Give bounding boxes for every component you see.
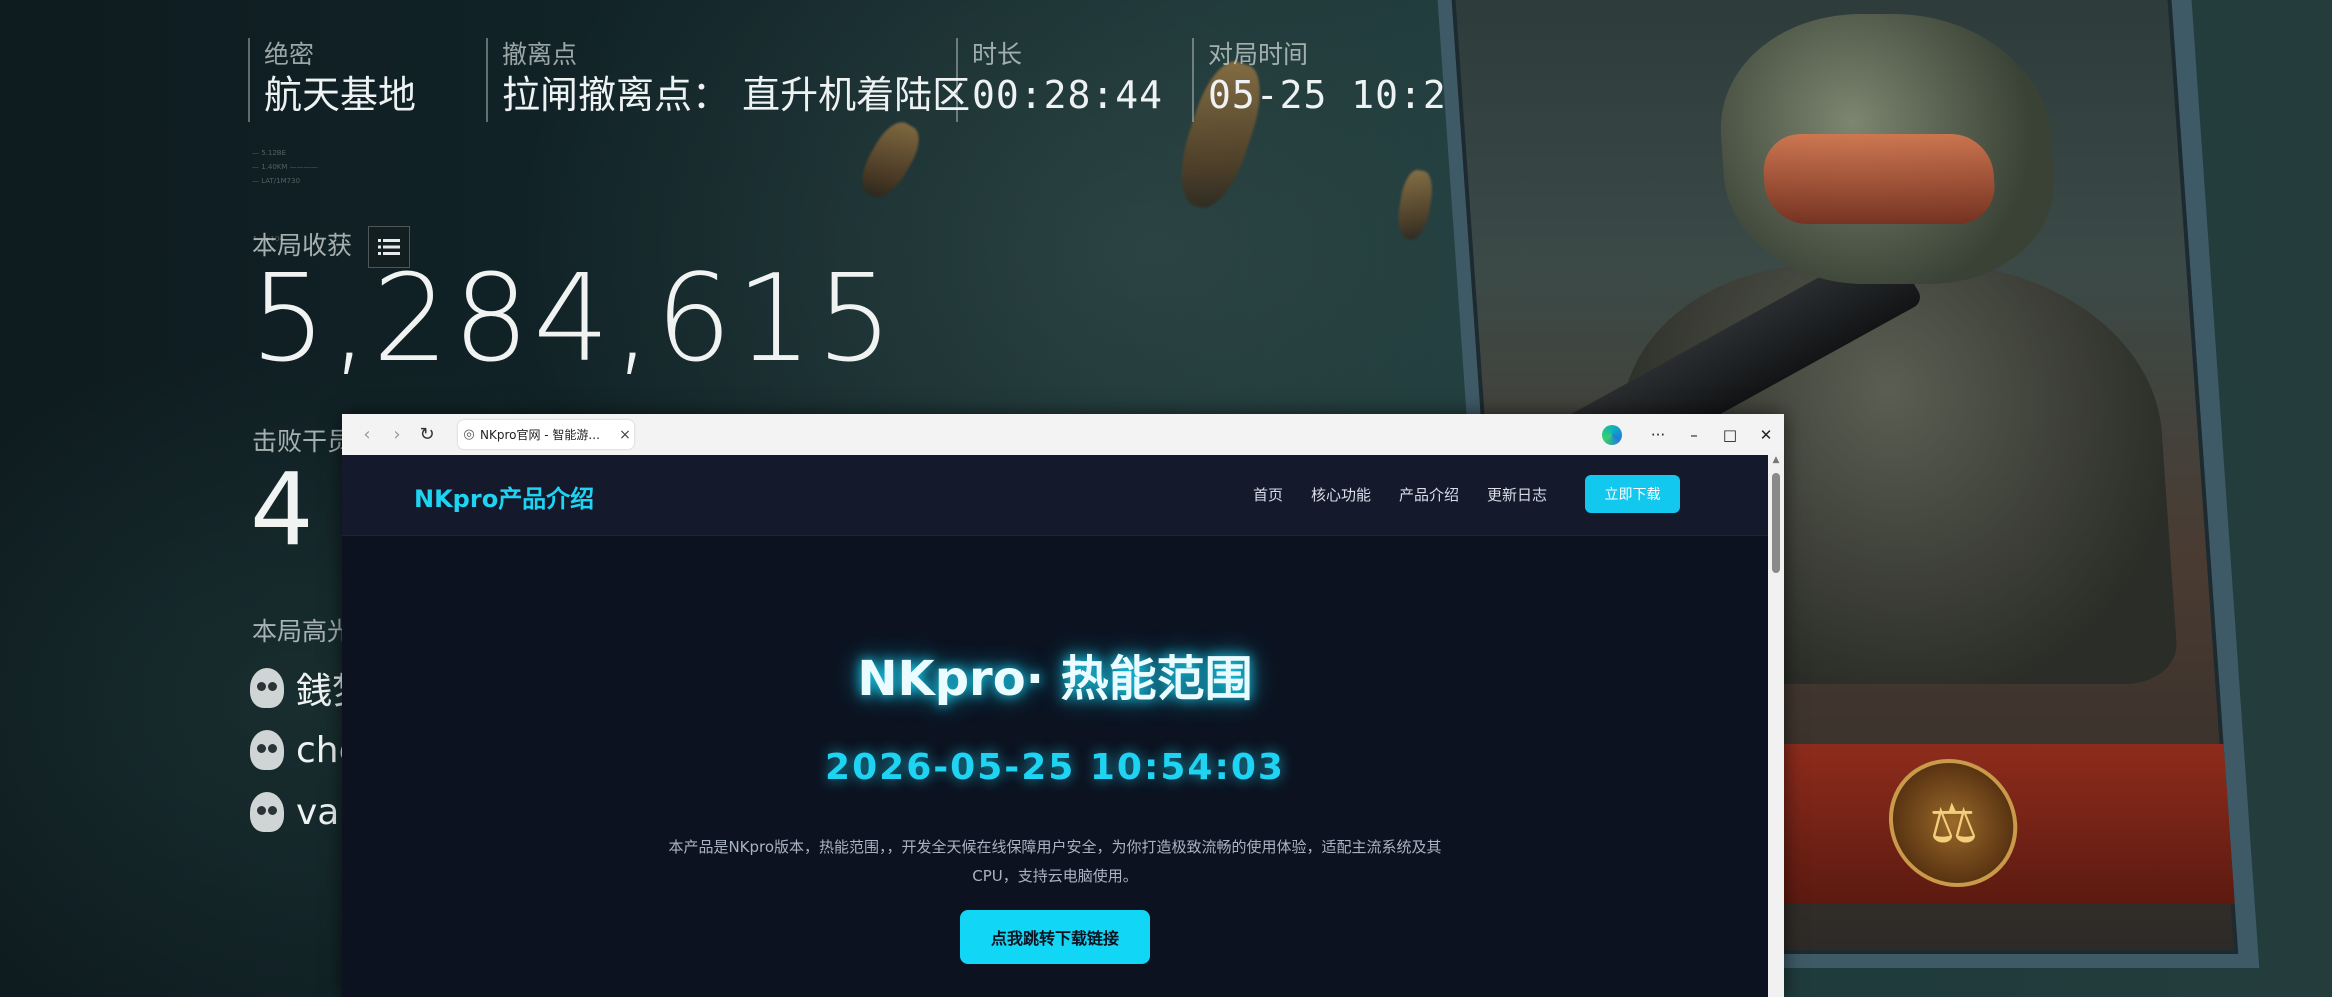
edge-icon[interactable] [1602, 424, 1622, 445]
globe-icon: ◎ [463, 427, 475, 442]
match-time-label: 对局时间 [1208, 40, 1309, 69]
close-button[interactable]: ✕ [1748, 414, 1784, 455]
map-value: 航天基地 [264, 73, 417, 117]
scroll-up-icon[interactable]: ▲ [1768, 455, 1784, 469]
harvest-value: 5,284,615 [250, 250, 897, 389]
site-nav-links: 首页 核心功能 产品介绍 更新日志 立即下载 [1225, 475, 1680, 513]
page-scrollbar[interactable]: ▲ [1768, 455, 1784, 997]
site-brand[interactable]: NKpro产品介绍 [414, 479, 594, 514]
readout-line: — LAT/1M730 [252, 177, 301, 185]
highlight-label: 本局高光 [252, 617, 353, 646]
map-stat: 绝密 航天基地 [248, 38, 416, 122]
window-controls: ··· – □ ✕ [1602, 414, 1784, 455]
jump-download-button[interactable]: 点我跳转下载链接 [960, 910, 1150, 964]
site-header: NKpro产品介绍 首页 核心功能 产品介绍 更新日志 立即下载 [342, 455, 1768, 536]
kills-value: 4 [250, 451, 314, 568]
duration-stat: 时长 00:28:44 [956, 38, 1163, 122]
map-label: 绝密 [264, 40, 315, 69]
skull-icon [250, 730, 284, 770]
reload-button[interactable]: ↻ [412, 414, 442, 455]
skull-icon [250, 792, 284, 832]
operator-goggles [1760, 134, 1998, 224]
scroll-thumb[interactable] [1772, 473, 1780, 573]
hero-title: NKpro· 热能范围 [857, 651, 1253, 707]
browser-window: ‹ › ↻ ◎ NKpro官网 - 智能游... × ··· – □ ✕ NKp… [342, 414, 1784, 997]
skull-icon [250, 668, 284, 708]
maximize-button[interactable]: □ [1712, 414, 1748, 455]
readout-line: — 5.12BE [252, 149, 287, 157]
tab-title: NKpro官网 - 智能游... [480, 428, 600, 442]
duration-label: 时长 [972, 40, 1023, 69]
extract-label: 撤离点 [502, 40, 578, 69]
match-time-value: 05-25 10:24 [1208, 73, 1471, 117]
webpage-viewport: NKpro产品介绍 首页 核心功能 产品介绍 更新日志 立即下载 NKpro· … [342, 455, 1768, 997]
readout-line: — 1.40KM ———— [252, 163, 318, 171]
nav-link-products[interactable]: 产品介绍 [1399, 484, 1459, 505]
minimize-button[interactable]: – [1676, 414, 1712, 455]
browser-titlebar: ‹ › ↻ ◎ NKpro官网 - 智能游... × ··· – □ ✕ [342, 414, 1784, 455]
nav-link-changelog[interactable]: 更新日志 [1487, 484, 1547, 505]
forward-button[interactable]: › [382, 414, 412, 455]
more-menu-button[interactable]: ··· [1640, 414, 1676, 455]
nav-link-home[interactable]: 首页 [1253, 484, 1283, 505]
extract-stat: 撤离点 拉闸撤离点： 直升机着陆区 [486, 38, 970, 122]
tab-close-icon[interactable]: × [616, 427, 634, 443]
extract-value: 拉闸撤离点： 直升机着陆区 [502, 73, 971, 117]
duration-value: 00:28:44 [972, 73, 1164, 117]
browser-tab[interactable]: ◎ NKpro官网 - 智能游... × [458, 420, 634, 449]
hero-clock: 2026-05-25 10:54:03 [825, 747, 1285, 788]
back-button[interactable]: ‹ [352, 414, 382, 455]
download-now-button[interactable]: 立即下载 [1585, 475, 1680, 513]
nav-link-features[interactable]: 核心功能 [1311, 484, 1371, 505]
hero-description: 本产品是NKpro版本，热能范围，，开发全天候在线保障用户安全，为你打造极致流畅… [668, 838, 1442, 885]
match-time-stat: 对局时间 05-25 10:24 [1192, 38, 1471, 122]
